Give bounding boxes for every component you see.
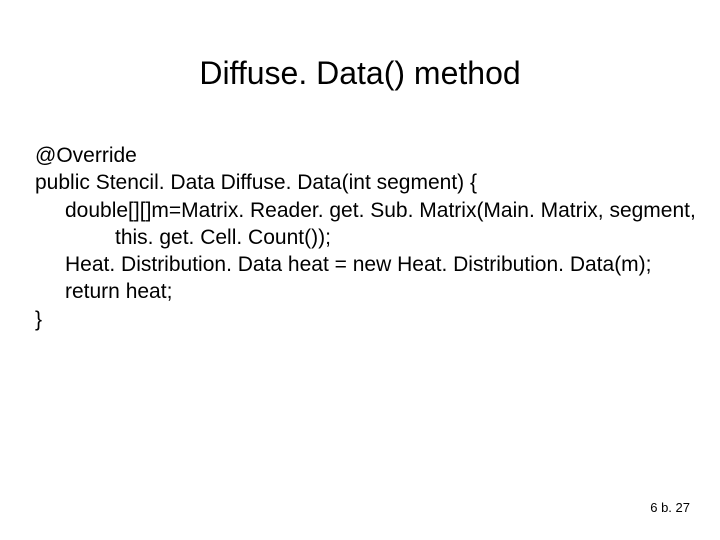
code-block: @Override public Stencil. Data Diffuse. … [0, 142, 720, 333]
code-line-7: } [35, 306, 685, 333]
code-line-5: Heat. Distribution. Data heat = new Heat… [35, 251, 685, 278]
page-number: 6 b. 27 [650, 500, 690, 515]
code-line-1: @Override [35, 142, 685, 169]
code-line-2: public Stencil. Data Diffuse. Data(int s… [35, 169, 685, 196]
code-line-4: this. get. Cell. Count()); [35, 224, 685, 251]
code-line-6: return heat; [35, 278, 685, 305]
slide-title: Diffuse. Data() method [0, 0, 720, 142]
code-line-3: double[][]m=Matrix. Reader. get. Sub. Ma… [35, 197, 685, 224]
